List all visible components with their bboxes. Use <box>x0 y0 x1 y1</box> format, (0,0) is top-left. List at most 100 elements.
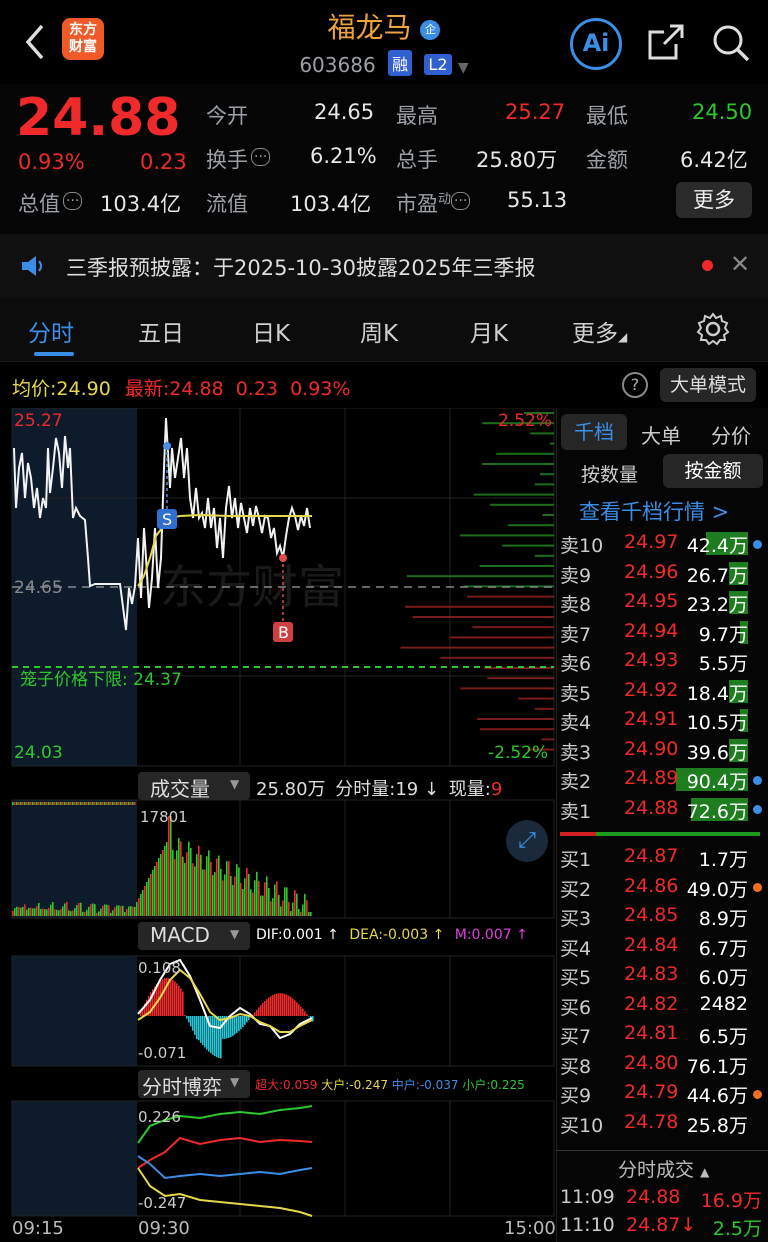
help-icon[interactable]: ? <box>622 372 648 398</box>
tab-five-day[interactable]: 五日 <box>138 314 184 348</box>
bid-row[interactable]: 买1 24.87 1.7万 <box>560 843 768 872</box>
expand-icon[interactable]: ⤢ <box>506 820 548 862</box>
ask-row[interactable]: 卖2 24.89 90.4万 <box>560 765 768 794</box>
volume-bar <box>202 869 204 916</box>
announcement-bar[interactable]: 三季报预披露：于2025-10-30披露2025年三季报 ✕ <box>0 234 768 298</box>
macd-bar <box>186 1016 188 1019</box>
volume-bar <box>252 892 254 916</box>
ask-row[interactable]: 卖4 24.91 10.5万 <box>560 706 768 735</box>
volume-stats: 25.80万 分时量:19 ↓ 现量:9 <box>256 779 503 800</box>
volume-bar <box>96 912 98 916</box>
macd-bar <box>170 978 172 1016</box>
volume-bar <box>162 850 164 916</box>
depth-bar <box>449 636 554 639</box>
volume-bar <box>292 902 294 916</box>
dropdown-icon[interactable]: ▼ <box>458 60 469 76</box>
search-icon[interactable] <box>710 22 752 64</box>
volume-bar <box>116 905 118 916</box>
tab-price-distribution[interactable]: 分价 <box>711 420 751 449</box>
bid-row[interactable]: 买9 24.79 44.6万 <box>560 1079 768 1108</box>
volume-bar <box>64 802 66 805</box>
pe-label: 市盈动 ··· <box>396 188 471 218</box>
open-value: 24.65 <box>314 100 375 124</box>
ask-row[interactable]: 卖6 24.93 5.5万 <box>560 647 768 676</box>
volume-bar <box>124 912 126 916</box>
depth-bar <box>440 656 554 659</box>
sell-marker[interactable]: S <box>162 510 172 529</box>
volume-bar <box>128 906 130 916</box>
change-amount: 0.23 <box>140 150 187 174</box>
macd-bar <box>260 1005 262 1016</box>
volume-bar <box>100 802 102 805</box>
bid-row[interactable]: 买8 24.80 76.1万 <box>560 1050 768 1079</box>
game-selector[interactable]: 分时博弈 ▼ <box>138 1070 250 1099</box>
intraday-chart-area[interactable]: 东方财富 S B 25.27 24.65 24.03 2.52% -2.52% … <box>0 408 556 1242</box>
volume-bar <box>20 802 22 805</box>
more-quote-button[interactable]: 更多 <box>676 182 752 218</box>
big-order-mode-button[interactable]: 大单模式 <box>660 368 756 402</box>
depth-bar <box>541 738 554 741</box>
level-volume: 9.7万 <box>698 623 748 646</box>
ask-row[interactable]: 卖1 24.88 72.6万 <box>560 795 768 824</box>
level-label: 买5 <box>560 967 592 989</box>
macd-bar <box>190 1016 192 1027</box>
ask-row[interactable]: 卖5 24.92 18.4万 <box>560 677 768 706</box>
buy-marker[interactable]: B <box>278 623 289 642</box>
volume-bar <box>44 909 46 916</box>
tab-daily-k[interactable]: 日K <box>252 314 290 348</box>
macd-bar <box>244 1016 246 1025</box>
volume-label: 总手 <box>396 148 438 172</box>
ask-row[interactable]: 卖3 24.90 39.6万 <box>560 736 768 765</box>
macd-bar <box>220 1016 222 1059</box>
volume-bar <box>34 908 36 916</box>
volume-bar <box>42 908 44 916</box>
tab-thousand-levels[interactable]: 千档 <box>561 414 627 450</box>
volume-bar <box>46 909 48 916</box>
macd-bar <box>236 1016 238 1033</box>
share-icon[interactable] <box>646 22 686 62</box>
ask-row[interactable]: 卖8 24.95 23.2万 <box>560 588 768 617</box>
macd-bar <box>198 1016 200 1041</box>
game-bottom: -0.247 <box>138 1194 186 1212</box>
chart-info-bar: 均价:24.90 最新:24.88 0.23 0.93% ? 大单模式 <box>0 362 768 408</box>
macd-bar <box>216 1016 218 1058</box>
macd-bar <box>278 993 280 1016</box>
bid-row[interactable]: 买10 24.78 25.8万 <box>560 1109 768 1138</box>
tab-big-orders[interactable]: 大单 <box>641 420 681 449</box>
volume-bar <box>22 906 24 916</box>
bid-row[interactable]: 买7 24.81 6.5万 <box>560 1020 768 1049</box>
volume-bar <box>32 802 34 805</box>
bid-row[interactable]: 买6 24.82 2482 <box>560 991 768 1020</box>
settings-gear-icon[interactable] <box>696 312 730 346</box>
info-icon[interactable]: ··· <box>451 192 471 210</box>
bid-row[interactable]: 买5 24.83 6.0万 <box>560 961 768 990</box>
ai-button[interactable]: Ai <box>570 18 622 70</box>
volume-bar <box>268 887 270 916</box>
time-axis-start: 09:15 <box>12 1218 64 1239</box>
level-price: 24.81 <box>624 1022 679 1044</box>
tick-trades-header[interactable]: 分时成交 ▲ <box>618 1155 709 1182</box>
ask-row[interactable]: 卖9 24.96 26.7万 <box>560 559 768 588</box>
volume-selector[interactable]: 成交量 ▼ <box>138 772 250 801</box>
subtab-by-amount[interactable]: 按金额 <box>663 454 763 488</box>
bid-row[interactable]: 买4 24.84 6.7万 <box>560 932 768 961</box>
info-icon[interactable]: ··· <box>251 148 271 166</box>
volume-bar <box>204 869 206 916</box>
view-thousand-levels-link[interactable]: 查看千档行情 > <box>579 496 729 526</box>
tab-intraday[interactable]: 分时 <box>28 314 74 348</box>
volume-bar <box>106 904 108 916</box>
info-icon[interactable]: ··· <box>63 192 83 210</box>
bid-row[interactable]: 买2 24.86 49.0万 <box>560 873 768 902</box>
tab-weekly-k[interactable]: 周K <box>360 314 398 348</box>
tab-monthly-k[interactable]: 月K <box>470 314 508 348</box>
volume-bar <box>126 802 128 805</box>
bid-row[interactable]: 买3 24.85 8.9万 <box>560 902 768 931</box>
tab-more[interactable]: 更多◢ <box>572 314 627 348</box>
macd-selector[interactable]: MACD ▼ <box>138 922 250 950</box>
subtab-by-quantity[interactable]: 按数量 <box>581 460 638 487</box>
close-icon[interactable]: ✕ <box>730 250 750 278</box>
ask-row[interactable]: 卖10 24.97 42.4万 <box>560 529 768 558</box>
volume-bar <box>12 802 14 805</box>
ask-row[interactable]: 卖7 24.94 9.7万 <box>560 618 768 647</box>
market-cap-value: 103.4亿 <box>100 192 182 216</box>
